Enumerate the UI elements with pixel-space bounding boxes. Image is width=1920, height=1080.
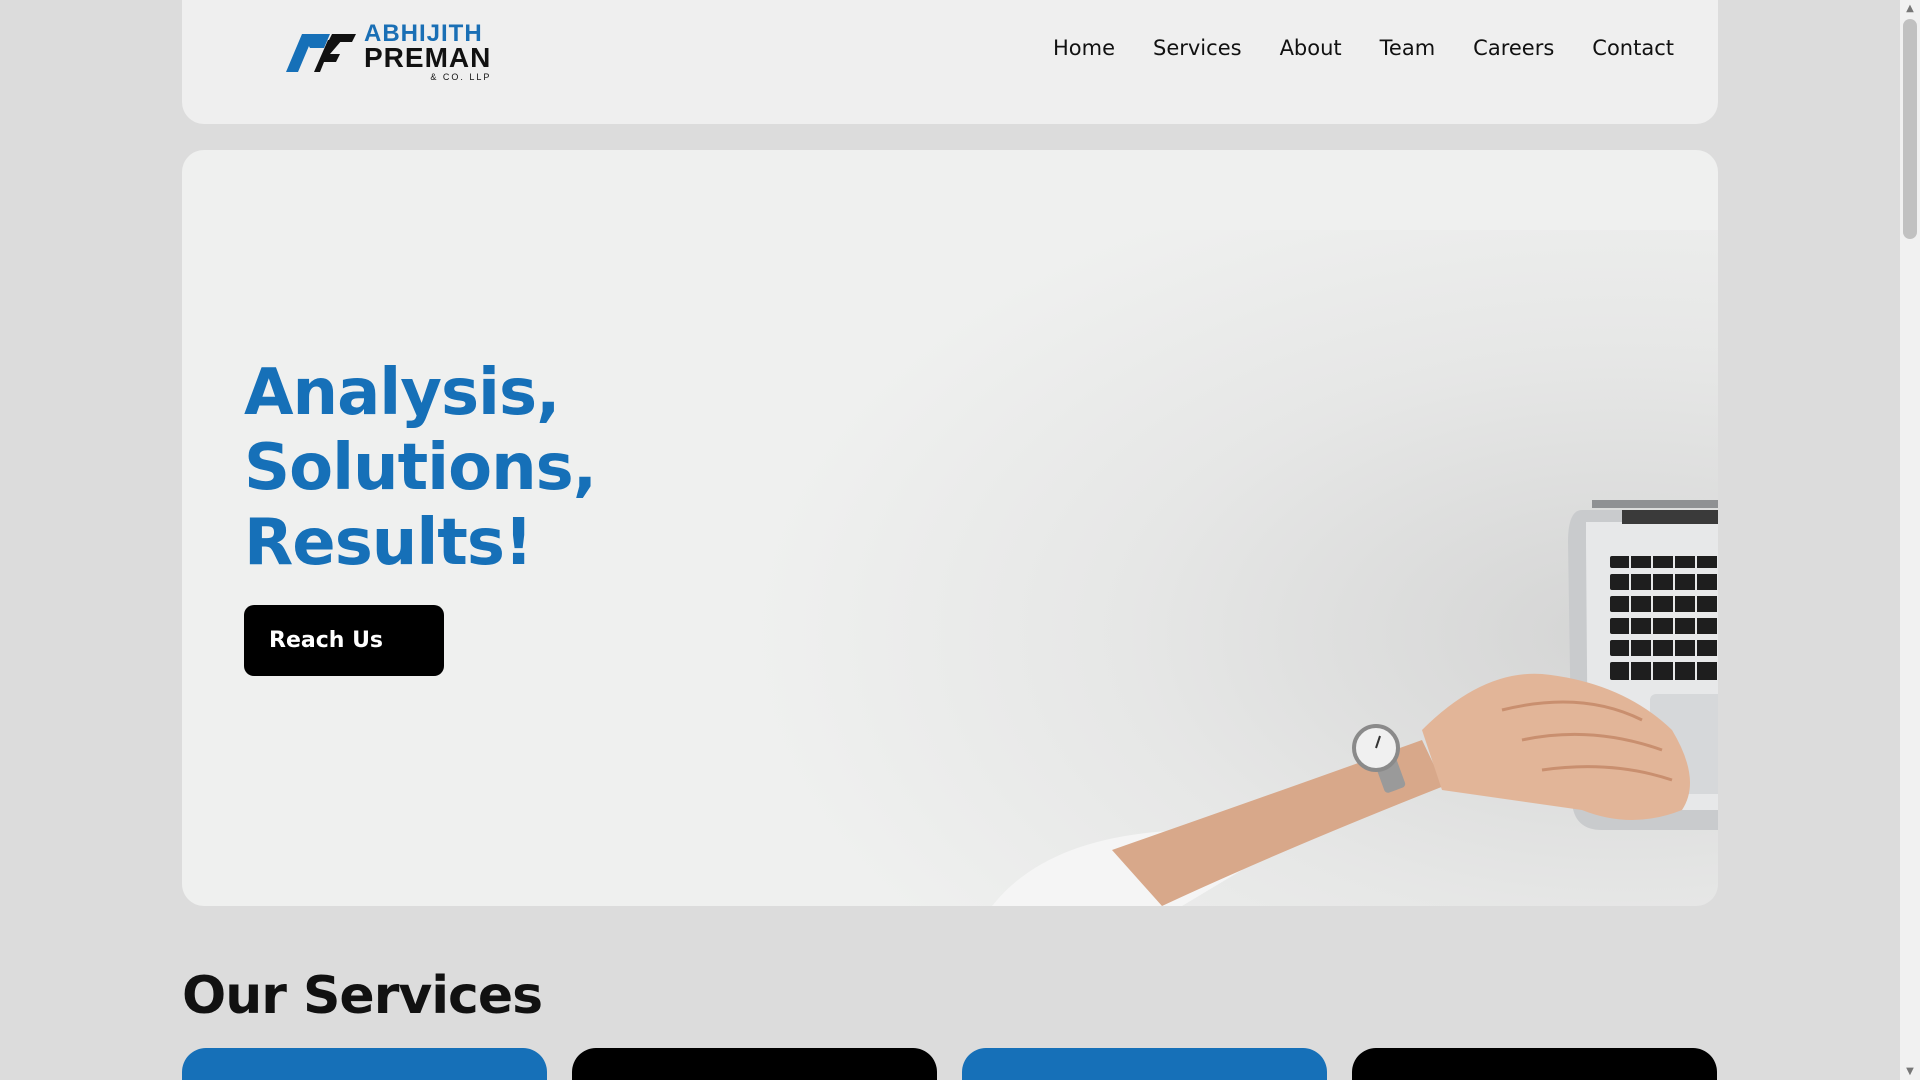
service-card-1[interactable] (182, 1048, 547, 1080)
reach-us-button[interactable]: Reach Us (244, 605, 444, 676)
service-card-2[interactable] (572, 1048, 937, 1080)
service-card-4[interactable] (1352, 1048, 1717, 1080)
nav-team[interactable]: Team (1380, 36, 1436, 60)
laptop-hands-illustration (992, 500, 1718, 906)
hero-title-line-1: Analysis, (244, 356, 560, 430)
brand-logo[interactable]: ABHIJITH PREMAN & CO. LLP (284, 22, 528, 82)
hero-title: Analysis, Solutions, Results! (244, 356, 597, 581)
scrollbar-thumb[interactable] (1903, 19, 1917, 239)
nav-about[interactable]: About (1280, 36, 1342, 60)
scroll-up-arrow-icon[interactable]: ▲ (1900, 0, 1920, 17)
scroll-down-arrow-icon[interactable]: ▼ (1900, 1063, 1920, 1080)
site-header: ABHIJITH PREMAN & CO. LLP Home Services … (182, 0, 1718, 124)
logo-text: ABHIJITH PREMAN & CO. LLP (364, 22, 491, 82)
vertical-scrollbar[interactable]: ▲ ▼ (1900, 0, 1920, 1080)
hero-section: Analysis, Solutions, Results! Reach Us (182, 150, 1718, 906)
logo-mark-icon (286, 34, 356, 72)
nav-home[interactable]: Home (1053, 36, 1115, 60)
nav-contact[interactable]: Contact (1592, 36, 1674, 60)
hero-title-line-3: Results! (244, 506, 533, 580)
main-nav: Home Services About Team Careers Contact (1053, 36, 1674, 60)
logo-line-2: PREMAN (364, 42, 492, 73)
logo-line-3: & CO. LLP (430, 72, 492, 82)
nav-careers[interactable]: Careers (1473, 36, 1554, 60)
page: ABHIJITH PREMAN & CO. LLP Home Services … (0, 0, 1900, 1080)
services-title: Our Services (182, 966, 543, 1026)
hero-title-line-2: Solutions, (244, 431, 597, 505)
service-card-3[interactable] (962, 1048, 1327, 1080)
nav-services[interactable]: Services (1153, 36, 1242, 60)
